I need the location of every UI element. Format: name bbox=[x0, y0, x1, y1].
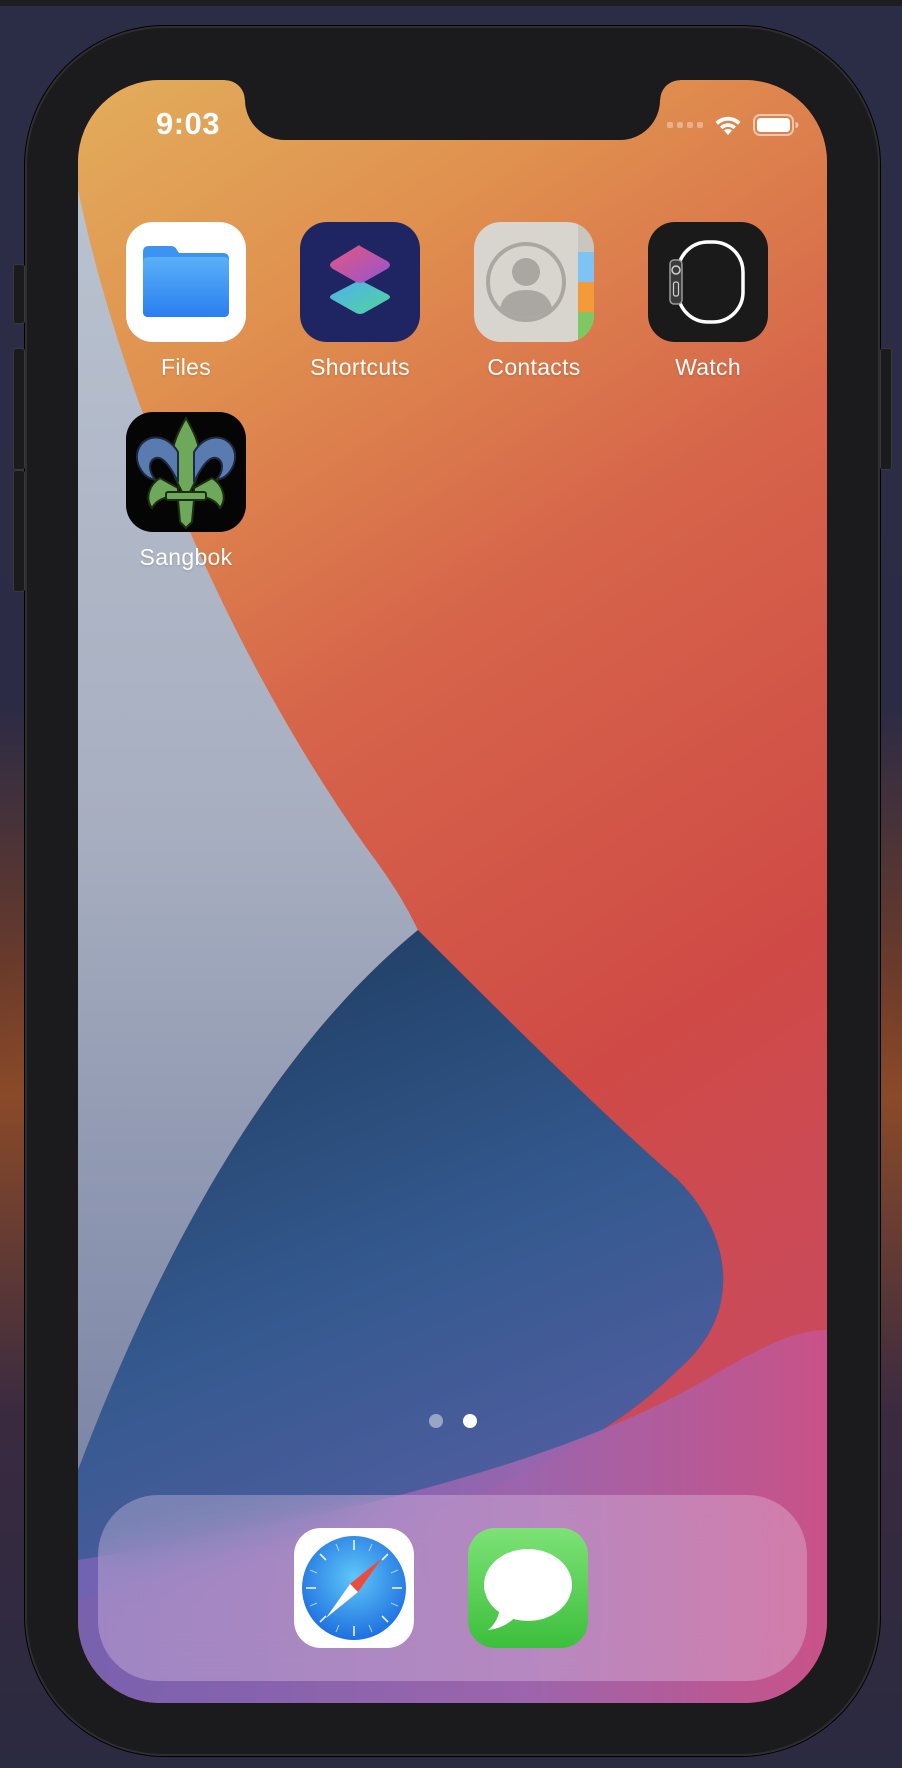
app-label: Files bbox=[160, 354, 212, 380]
display-notch bbox=[225, 80, 680, 140]
contacts-icon bbox=[474, 222, 594, 342]
status-icons bbox=[667, 110, 799, 140]
app-sangbok[interactable]: Sangbok bbox=[121, 412, 251, 571]
app-label: Shortcuts bbox=[310, 354, 410, 380]
files-folder-icon bbox=[126, 222, 246, 342]
battery-icon bbox=[753, 114, 799, 136]
silent-switch bbox=[13, 264, 25, 324]
page-indicator[interactable] bbox=[78, 1414, 827, 1428]
window-top-bar bbox=[0, 0, 902, 6]
app-watch[interactable]: Watch bbox=[643, 222, 773, 381]
app-label: Contacts bbox=[487, 354, 581, 380]
cellular-signal-icon bbox=[667, 122, 703, 128]
home-screen: 9:03 Files Shortcuts Contacts Watch Sang… bbox=[78, 80, 827, 1703]
fleur-de-lis-icon bbox=[126, 412, 246, 532]
app-contacts[interactable]: Contacts bbox=[469, 222, 599, 381]
watch-icon bbox=[648, 222, 768, 342]
page-dot-1[interactable] bbox=[428, 1414, 443, 1428]
app-shortcuts[interactable]: Shortcuts bbox=[295, 222, 425, 381]
dock bbox=[98, 1495, 807, 1681]
wifi-icon bbox=[715, 116, 741, 135]
app-label: Watch bbox=[675, 354, 741, 380]
safari-compass-icon[interactable] bbox=[294, 1528, 414, 1648]
shortcuts-icon bbox=[300, 222, 420, 342]
volume-up-button[interactable] bbox=[13, 348, 25, 470]
app-label: Sangbok bbox=[139, 544, 233, 570]
power-button[interactable] bbox=[880, 348, 892, 470]
page-dot-2-current[interactable] bbox=[462, 1414, 477, 1428]
app-files[interactable]: Files bbox=[121, 222, 251, 381]
messages-bubble-icon[interactable] bbox=[468, 1528, 588, 1648]
volume-down-button[interactable] bbox=[13, 470, 25, 592]
status-time: 9:03 bbox=[155, 106, 221, 141]
